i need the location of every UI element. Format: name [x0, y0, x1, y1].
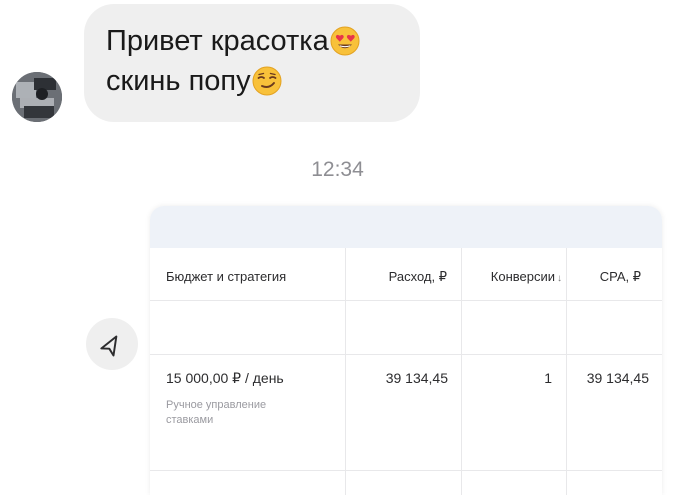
cell-budget: 15 000,00 ₽ / день — [166, 370, 284, 386]
row-divider — [150, 354, 662, 355]
row-divider — [150, 300, 662, 301]
cell-spend: 39 134,45 — [385, 370, 448, 386]
heart-eyes-emoji-icon — [330, 26, 360, 56]
send-arrow-icon — [100, 335, 118, 357]
column-divider — [461, 248, 462, 495]
avatar[interactable] — [12, 72, 62, 122]
avatar-image — [12, 72, 62, 122]
message-text-line-2: скинь попу — [106, 65, 251, 97]
smirk-emoji-icon — [252, 66, 282, 96]
header-spend[interactable]: Расход, ₽ — [389, 269, 447, 285]
forward-button[interactable] — [86, 318, 138, 370]
header-budget[interactable]: Бюджет и стратегия — [166, 269, 286, 284]
card-header-strip — [150, 206, 662, 248]
message-text-line-1: Привет красотка — [106, 25, 329, 57]
header-cpa[interactable]: CPA, ₽ — [600, 269, 641, 285]
row-divider — [150, 470, 662, 471]
message-timestamp: 12:34 — [311, 158, 364, 181]
header-conversions[interactable]: Конверсии ↓ — [491, 269, 562, 284]
message-line-1: Привет красотка — [106, 21, 420, 61]
shared-screenshot-card[interactable]: Бюджет и стратегия Расход, ₽ Конверсии ↓ … — [150, 206, 662, 495]
cell-strategy: Ручное управление ставками — [166, 399, 267, 426]
incoming-message-bubble[interactable]: Привет красотка скинь попу — [84, 4, 420, 122]
cell-conversions: 1 — [544, 370, 552, 386]
message-line-2: скинь попу — [106, 61, 420, 101]
stats-table: Бюджет и стратегия Расход, ₽ Конверсии ↓ … — [150, 248, 662, 495]
cell-cpa: 39 134,45 — [586, 370, 649, 386]
header-conversions-label: Конверсии — [490, 269, 555, 284]
column-divider — [566, 248, 567, 495]
column-divider — [345, 248, 346, 495]
sort-down-icon: ↓ — [557, 273, 562, 284]
